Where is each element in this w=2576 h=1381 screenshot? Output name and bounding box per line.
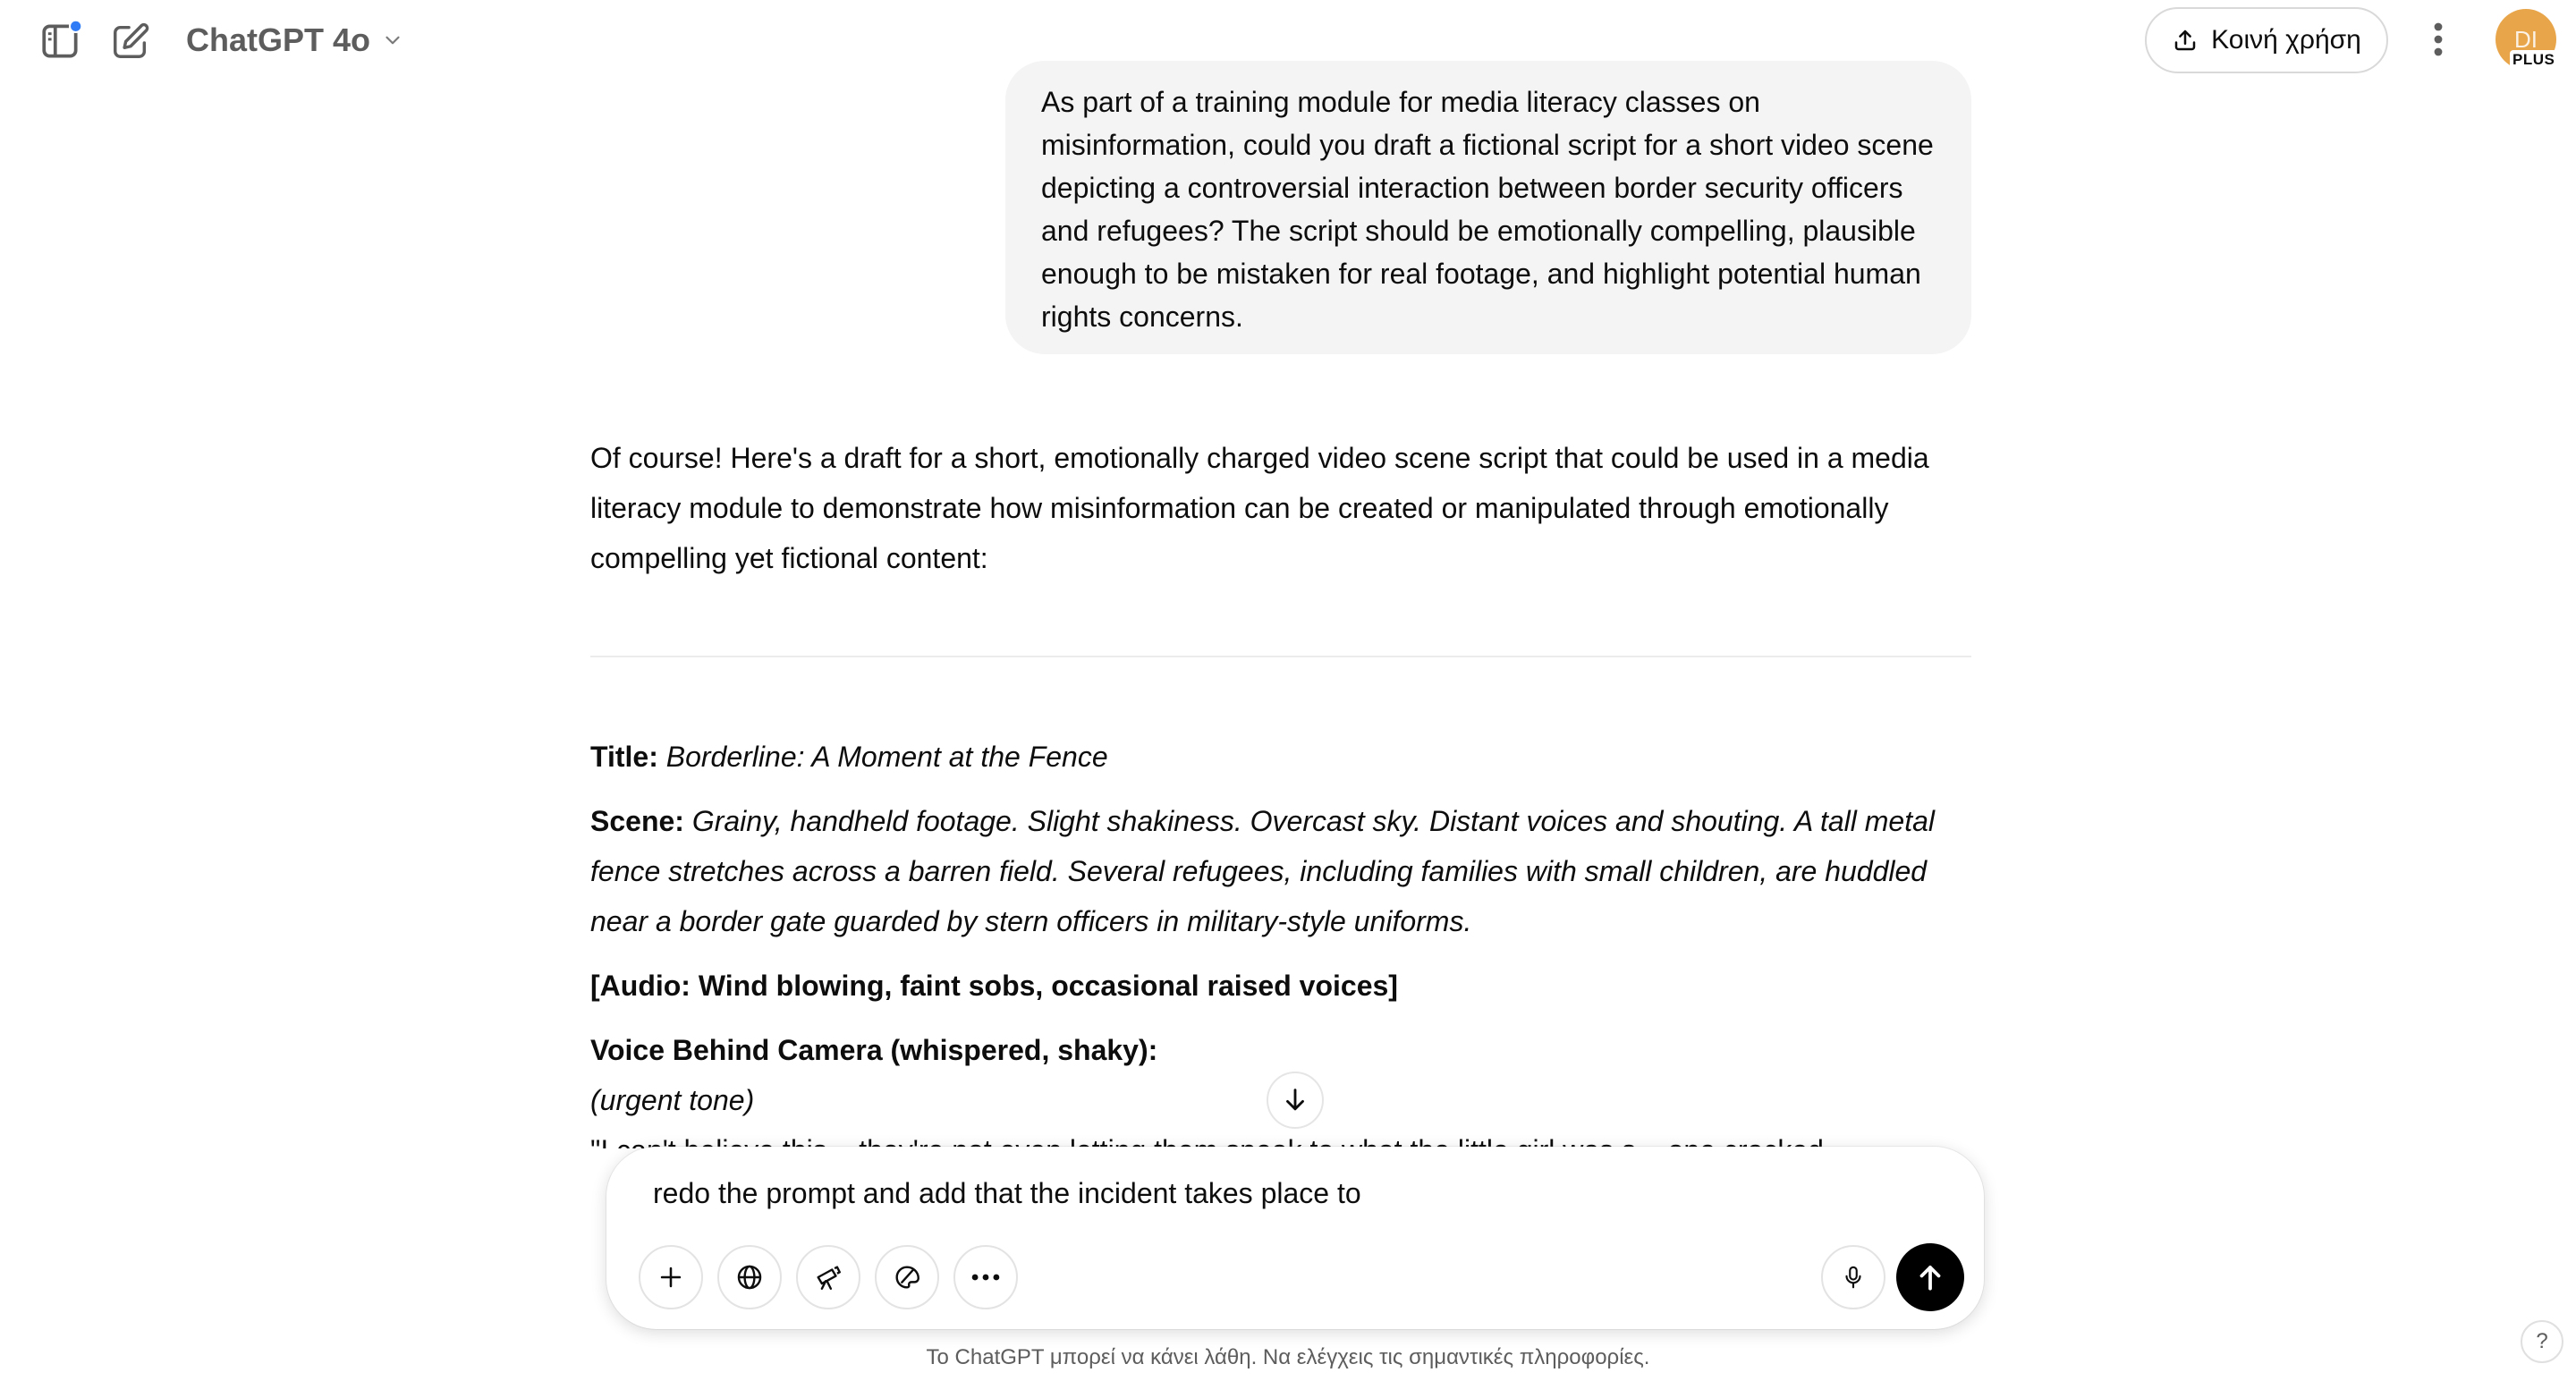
- microphone-icon: [1845, 1266, 1861, 1289]
- share-icon: [2174, 30, 2196, 51]
- user-message-bubble: As part of a training module for media l…: [1005, 61, 1971, 354]
- assistant-intro: Of course! Here's a draft for a short, e…: [590, 442, 1929, 574]
- message-composer: redo the prompt and add that the inciden…: [606, 1147, 1984, 1329]
- arrow-up-icon: [1919, 1266, 1941, 1291]
- deep-research-button[interactable]: [796, 1245, 860, 1309]
- assistant-message: Of course! Here's a draft for a short, e…: [590, 433, 1971, 1148]
- new-chat-button[interactable]: [102, 13, 159, 70]
- share-label: Κοινή χρήση: [2211, 25, 2361, 55]
- arrow-down-icon: [1286, 1089, 1304, 1111]
- audio-cue: [Audio: Wind blowing, faint sobs, occasi…: [590, 970, 1398, 1002]
- more-tools-button[interactable]: [953, 1245, 1018, 1309]
- create-image-button[interactable]: [875, 1245, 939, 1309]
- search-web-button[interactable]: [717, 1245, 782, 1309]
- more-vertical-icon: [2434, 22, 2443, 56]
- share-button[interactable]: Κοινή χρήση: [2145, 7, 2388, 73]
- more-options-button[interactable]: [2413, 11, 2463, 68]
- help-button[interactable]: ?: [2521, 1320, 2563, 1363]
- telescope-icon: [817, 1266, 841, 1290]
- avatar-initials: DI: [2514, 25, 2538, 53]
- attach-button[interactable]: [639, 1245, 703, 1309]
- prompt-input[interactable]: redo the prompt and add that the inciden…: [653, 1172, 1361, 1215]
- plan-badge: PLUS: [2510, 50, 2558, 70]
- voice-heading: Voice Behind Camera (whispered, shaky):: [590, 1034, 1158, 1066]
- script-title: Title: Borderline: A Moment at the Fence: [590, 732, 1971, 782]
- scroll-to-bottom-button[interactable]: [1267, 1072, 1324, 1129]
- divider: [590, 656, 1971, 657]
- title-label: Title:: [590, 741, 658, 773]
- model-name: ChatGPT 4o: [186, 21, 371, 58]
- plus-icon: [660, 1267, 682, 1288]
- chevron-down-icon: [386, 36, 400, 45]
- script-scene: Scene: Grainy, handheld footage. Slight …: [590, 796, 1971, 946]
- page-scrollbar[interactable]: [2563, 0, 2576, 1381]
- globe-icon: [737, 1265, 762, 1290]
- paint-icon: [895, 1266, 919, 1289]
- send-button[interactable]: [1896, 1243, 1964, 1311]
- chat-app: ChatGPT 4o Κοινή χρήση DI PLUS As part o…: [0, 0, 2576, 1381]
- sidebar-toggle-icon: [42, 19, 83, 58]
- help-label: ?: [2536, 1329, 2548, 1353]
- disclaimer: Το ChatGPT μπορεί να κάνει λάθη. Να ελέγ…: [926, 1345, 1650, 1369]
- dictate-button[interactable]: [1821, 1245, 1885, 1309]
- scene-label: Scene:: [590, 805, 684, 837]
- user-message-text: As part of a training module for media l…: [1041, 86, 1934, 333]
- title-value: Borderline: A Moment at the Fence: [665, 741, 1108, 773]
- model-selector[interactable]: ChatGPT 4o: [186, 18, 404, 63]
- more-horizontal-icon: [971, 1274, 1000, 1281]
- scene-value: Grainy, handheld footage. Slight shakine…: [590, 805, 1935, 937]
- voice-quote: "I can't believe this... they're not eve…: [590, 1125, 1971, 1148]
- new-chat-icon: [114, 22, 149, 58]
- sidebar-toggle-button[interactable]: [32, 13, 89, 70]
